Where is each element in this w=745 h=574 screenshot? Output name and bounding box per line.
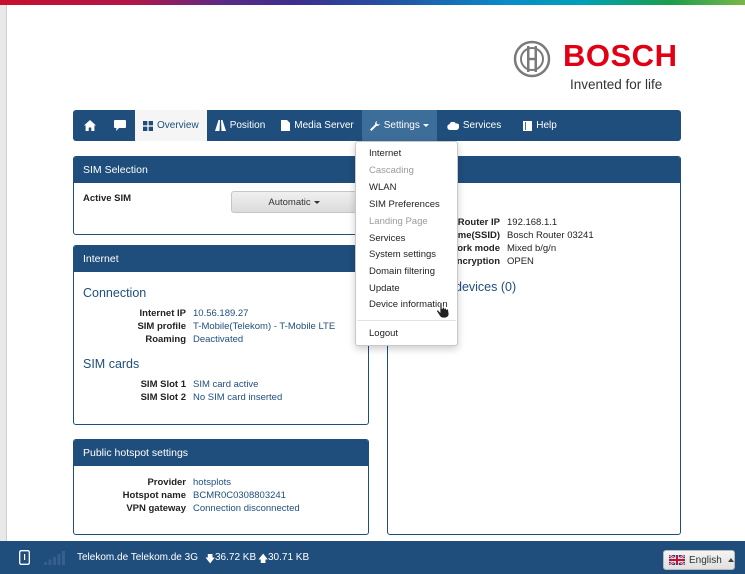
hotspot-name-value: BCMR0C0308803241 <box>193 490 286 501</box>
roaming-row: Roaming Deactivated <box>90 333 243 346</box>
connected-devices-heading: devices (0) <box>455 280 517 294</box>
ssid-row: ame(SSID) Bosch Router 03241 <box>440 229 594 242</box>
sim-profile-row: SIM profile T-Mobile(Telekom) - T-Mobile … <box>90 320 335 333</box>
sim-slot1-label: SIM Slot 1 <box>140 379 186 390</box>
language-selector[interactable]: English <box>663 550 735 570</box>
connection-heading: Connection <box>83 286 147 300</box>
window-edge <box>0 5 7 541</box>
sim-profile-value: T-Mobile(Telekom) - T-Mobile LTE <box>193 321 336 332</box>
download-arrow-icon: 🡇 <box>205 554 216 565</box>
brand-name: BOSCH <box>563 38 678 73</box>
bosch-logo: BOSCH Invented for life <box>513 38 685 98</box>
menu-item-internet[interactable]: Internet <box>369 148 401 159</box>
provider-label: Provider <box>147 477 186 488</box>
network-provider-text: Telekom.de Telekom.de 3G <box>77 552 198 563</box>
language-label: English <box>689 554 722 566</box>
hotspot-name-row: Hotspot name BCMR0C0308803241 <box>90 489 286 502</box>
menu-item-domain-filtering[interactable]: Domain filtering <box>369 266 435 277</box>
book-icon <box>523 120 533 131</box>
network-mode-value: Mixed b/g/n <box>507 243 557 254</box>
hand-pointer-icon <box>436 302 450 318</box>
nav-overview-label: Overview <box>157 120 199 131</box>
cloud-icon <box>447 121 459 130</box>
vpn-gateway-label: VPN gateway <box>126 503 186 514</box>
menu-item-system-settings[interactable]: System settings <box>369 249 436 260</box>
internet-title: Internet <box>74 246 368 272</box>
nav-services-label: Services <box>462 120 502 131</box>
nav-help-label: Help <box>536 120 557 131</box>
bosch-armature-icon <box>513 40 551 78</box>
caret-up-icon <box>727 558 734 562</box>
upload-arrow-icon: 🡅 <box>258 554 269 565</box>
signal-strength-icon <box>44 551 65 565</box>
sim-slot1-row: SIM Slot 1 SIM card active <box>90 378 259 391</box>
nav-home[interactable] <box>73 110 105 141</box>
active-sim-label: Active SIM <box>83 193 132 204</box>
nav-help[interactable]: Help <box>509 110 565 141</box>
menu-item-wlan[interactable]: WLAN <box>369 182 396 193</box>
nav-messages[interactable] <box>105 110 135 141</box>
nav-settings[interactable]: Settings <box>361 110 437 141</box>
nav-settings-label: Settings <box>383 120 420 131</box>
sim-slot1-value: SIM card active <box>193 379 259 390</box>
internet-ip-value: 10.56.189.27 <box>193 308 249 319</box>
menu-item-cascading: Cascading <box>369 165 414 176</box>
sim-selection-title: SIM Selection <box>74 157 368 183</box>
chevron-down-icon <box>422 124 429 127</box>
provider-value: hotsplots <box>193 477 232 488</box>
menu-item-sim-preferences[interactable]: SIM Preferences <box>369 199 440 210</box>
chat-bubble-icon <box>114 120 126 131</box>
nav-position[interactable]: Position <box>207 110 274 141</box>
internet-ip-label: Internet IP <box>139 308 186 319</box>
nav-services[interactable]: Services <box>437 110 509 141</box>
ssid-value: Bosch Router 03241 <box>507 230 594 241</box>
nav-position-label: Position <box>229 120 266 131</box>
menu-divider <box>357 320 456 321</box>
wrench-icon <box>369 120 380 131</box>
sim-cards-heading: SIM cards <box>83 357 140 371</box>
provider-row: Provider hotsplots <box>90 476 231 489</box>
chevron-down-icon <box>313 200 320 204</box>
menu-item-services[interactable]: Services <box>369 233 405 244</box>
nav-media-server-label: Media Server <box>294 120 354 131</box>
brand-color-strip <box>0 0 745 5</box>
active-sim-value: Automatic <box>268 196 311 208</box>
encryption-value: OPEN <box>507 256 534 267</box>
menu-item-landing-page: Landing Page <box>369 216 428 227</box>
main-navbar: Overview Position Media Server Settings … <box>73 110 681 141</box>
vpn-gateway-row: VPN gateway Connection disconnected <box>90 502 300 515</box>
hotspot-name-label: Hotspot name <box>122 490 186 501</box>
nav-overview[interactable]: Overview <box>135 110 207 141</box>
sim-profile-label: SIM profile <box>137 321 186 332</box>
home-icon <box>84 120 96 131</box>
router-ip-value: 192.168.1.1 <box>507 217 558 228</box>
document-icon <box>281 120 291 131</box>
download-amount: 36.72 KB <box>215 552 257 563</box>
hotspot-title: Public hotspot settings <box>74 440 368 466</box>
internet-ip-row: Internet IP 10.56.189.27 <box>90 307 249 320</box>
roaming-value: Deactivated <box>193 334 244 345</box>
grid-icon <box>143 120 153 131</box>
sim-slot2-value: No SIM card inserted <box>193 392 283 403</box>
menu-item-update[interactable]: Update <box>369 283 400 294</box>
roaming-label: Roaming <box>145 334 186 345</box>
road-icon <box>214 120 226 131</box>
sim-slot2-label: SIM Slot 2 <box>140 392 186 403</box>
upload-amount: 30.71 KB <box>268 552 310 563</box>
status-bar: Telekom.de Telekom.de 3G 🡇 36.72 KB 🡅 30… <box>0 541 745 574</box>
nav-media-server[interactable]: Media Server <box>273 110 361 141</box>
sim-slot2-row: SIM Slot 2 No SIM card inserted <box>90 391 283 404</box>
vpn-gateway-value: Connection disconnected <box>193 503 300 514</box>
brand-slogan: Invented for life <box>570 77 663 92</box>
active-sim-dropdown[interactable]: Automatic <box>231 191 357 213</box>
uk-flag-icon <box>669 555 685 565</box>
menu-item-logout[interactable]: Logout <box>369 328 398 339</box>
phone-icon <box>19 550 30 565</box>
